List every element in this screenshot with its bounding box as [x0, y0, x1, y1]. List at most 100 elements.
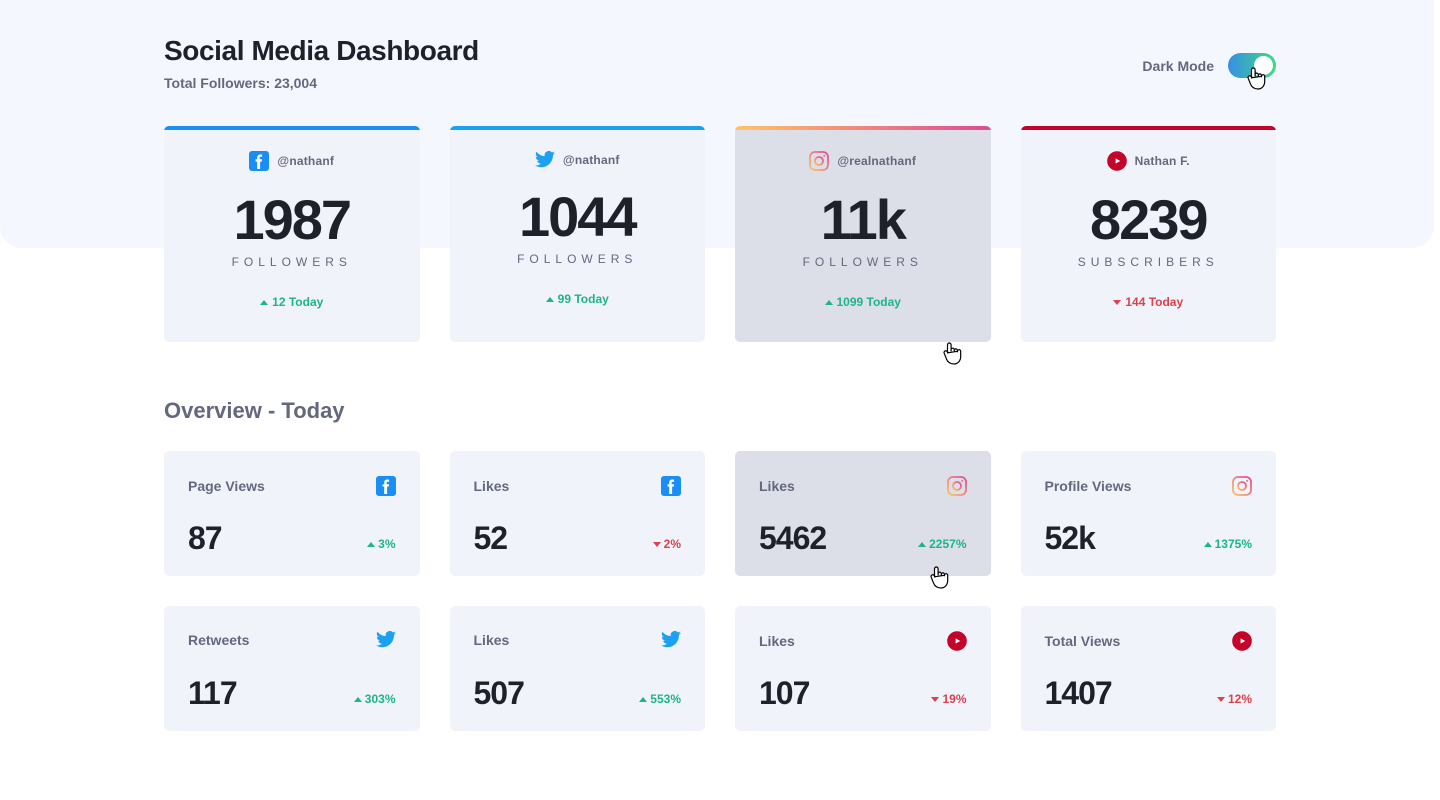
overview-card-delta-text: 303% [365, 692, 396, 706]
facebook-icon [249, 151, 269, 171]
overview-card-bottom: 52 2% [474, 522, 682, 554]
overview-card-delta-text: 12% [1228, 692, 1252, 706]
overview-card-delta: 303% [354, 692, 396, 709]
facebook-icon [376, 476, 396, 496]
overview-card-label: Total Views [1045, 633, 1121, 649]
dark-mode-label: Dark Mode [1142, 58, 1214, 74]
twitter-icon [535, 151, 555, 168]
overview-card-delta-arrow-icon [931, 697, 939, 702]
overview-card-delta-arrow-icon [1204, 542, 1212, 547]
instagram-icon [947, 476, 967, 496]
overview-card[interactable]: Likes 52 2% [450, 451, 706, 576]
overview-card-bottom: 107 19% [759, 677, 967, 709]
overview-card-delta: 1375% [1204, 537, 1252, 554]
overview-card-value: 52k [1045, 522, 1095, 554]
follower-card-handle: Nathan F. [1135, 154, 1190, 168]
overview-card-label: Likes [474, 478, 510, 494]
dashboard-page: Social Media Dashboard Total Followers: … [0, 0, 1440, 800]
follower-card-handle-row: @realnathanf [735, 151, 991, 171]
overview-card-top: Retweets [188, 631, 396, 648]
instagram-icon [809, 151, 829, 171]
follower-card-instagram[interactable]: @realnathanf11kFollowers1099 Today [735, 126, 991, 342]
overview-card-bottom: 507 553% [474, 677, 682, 709]
overview-card-label: Likes [759, 478, 795, 494]
overview-card-bottom: 5462 2257% [759, 522, 967, 554]
follower-card-count: 8239 [1021, 192, 1277, 248]
facebook-icon [661, 476, 681, 496]
overview-card-delta-arrow-icon [639, 697, 647, 702]
follower-card-handle-row: @nathanf [164, 151, 420, 171]
page-header: Social Media Dashboard Total Followers: … [164, 0, 1276, 91]
total-followers-subtitle: Total Followers: 23,004 [164, 75, 479, 91]
overview-card[interactable]: Page Views 87 3% [164, 451, 420, 576]
follower-card-unit: Subscribers [1021, 255, 1277, 269]
overview-card-value: 117 [188, 677, 237, 709]
overview-card-delta: 12% [1217, 692, 1252, 709]
overview-card-delta: 3% [367, 537, 395, 554]
overview-card-bottom: 1407 12% [1045, 677, 1253, 709]
follower-card-delta-arrow-icon [546, 297, 554, 302]
dark-mode-control: Dark Mode [1142, 33, 1276, 78]
overview-card-top: Page Views [188, 476, 396, 496]
overview-card[interactable]: Profile Views 52k 1375% [1021, 451, 1277, 576]
instagram-icon [1232, 476, 1252, 496]
overview-card[interactable]: Retweets 117 303% [164, 606, 420, 731]
follower-card-delta-text: 1099 Today [837, 295, 901, 309]
header-titles: Social Media Dashboard Total Followers: … [164, 33, 479, 91]
overview-card-value: 1407 [1045, 677, 1112, 709]
overview-card-value: 507 [474, 677, 524, 709]
overview-card-label: Page Views [188, 478, 265, 494]
follower-card-count: 1044 [450, 189, 706, 245]
overview-card-value: 52 [474, 522, 508, 554]
overview-card[interactable]: Likes10719% [735, 606, 991, 731]
overview-section-title: Overview - Today [164, 398, 1276, 424]
overview-card-value: 87 [188, 522, 222, 554]
dark-mode-toggle[interactable] [1228, 53, 1276, 78]
overview-card-delta-arrow-icon [367, 542, 375, 547]
overview-card-top: Likes [474, 476, 682, 496]
twitter-icon [376, 631, 396, 648]
overview-card-delta: 553% [639, 692, 681, 709]
follower-cards-grid: @nathanf1987Followers12 Today@nathanf104… [164, 126, 1276, 342]
overview-card-delta-arrow-icon [354, 697, 362, 702]
follower-card-delta-arrow-icon [1113, 300, 1121, 305]
overview-card-delta: 19% [931, 692, 966, 709]
follower-card-twitter[interactable]: @nathanf1044Followers99 Today [450, 126, 706, 342]
overview-card-top: Likes [759, 476, 967, 496]
follower-card-handle: @nathanf [563, 153, 620, 167]
overview-card-delta-text: 2257% [929, 537, 966, 551]
overview-card[interactable]: Total Views 1407 12% [1021, 606, 1277, 731]
overview-card-bottom: 117 303% [188, 677, 396, 709]
card-accent-stripe-twitter [450, 126, 706, 130]
dark-mode-toggle-knob[interactable] [1254, 56, 1273, 75]
follower-card-count: 1987 [164, 192, 420, 248]
follower-card-delta-text: 12 Today [272, 295, 323, 309]
follower-card-delta: 1099 Today [735, 295, 991, 309]
follower-card-facebook[interactable]: @nathanf1987Followers12 Today [164, 126, 420, 342]
follower-card-delta: 144 Today [1021, 295, 1277, 309]
overview-card[interactable]: Likes 5462 2257% [735, 451, 991, 576]
overview-card-delta-text: 3% [378, 537, 395, 551]
card-accent-stripe-facebook [164, 126, 420, 130]
overview-card-top: Total Views [1045, 631, 1253, 651]
overview-card-value: 5462 [759, 522, 826, 554]
overview-card-bottom: 52k 1375% [1045, 522, 1253, 554]
overview-card-delta-text: 19% [942, 692, 966, 706]
card-accent-stripe-instagram [735, 126, 991, 130]
overview-card-bottom: 87 3% [188, 522, 396, 554]
overview-card-top: Profile Views [1045, 476, 1253, 496]
overview-card-delta: 2% [653, 537, 681, 554]
overview-card-value: 107 [759, 677, 809, 709]
follower-card-delta: 12 Today [164, 295, 420, 309]
overview-card[interactable]: Likes 507 553% [450, 606, 706, 731]
twitter-icon [661, 631, 681, 648]
overview-card-delta-text: 1375% [1215, 537, 1252, 551]
overview-card-delta: 2257% [918, 537, 966, 554]
overview-card-label: Retweets [188, 632, 249, 648]
follower-card-handle-row: Nathan F. [1021, 151, 1277, 171]
overview-card-top: Likes [474, 631, 682, 648]
overview-card-delta-arrow-icon [918, 542, 926, 547]
page-title: Social Media Dashboard [164, 33, 479, 68]
follower-card-youtube[interactable]: Nathan F. 8239 Subscribers 144 Today [1021, 126, 1277, 342]
overview-card-delta-arrow-icon [1217, 697, 1225, 702]
